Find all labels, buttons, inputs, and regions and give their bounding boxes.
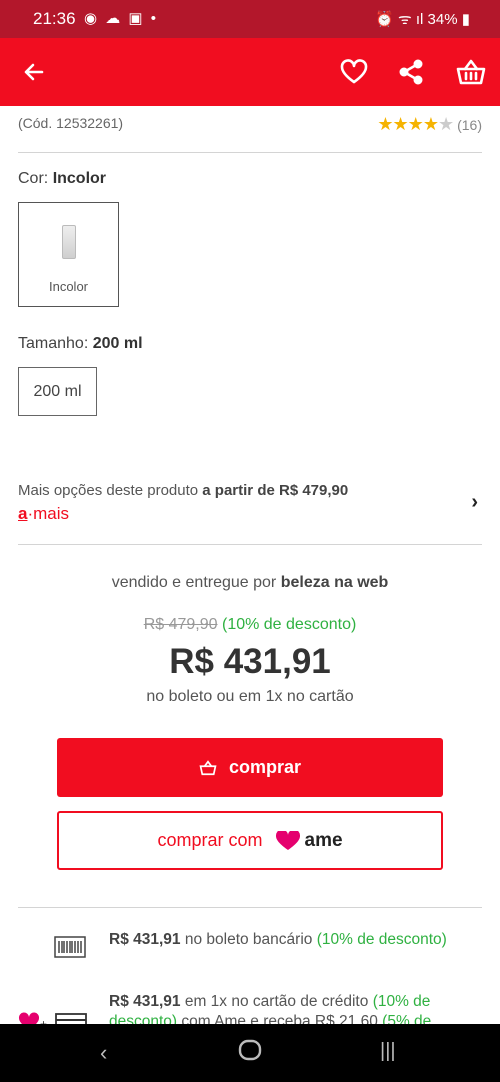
swatch-label: Incolor xyxy=(48,279,89,294)
discount-label: (10% de desconto) xyxy=(221,616,357,633)
heart-icon[interactable] xyxy=(338,56,370,88)
product-code: (Cód. 12532261) xyxy=(18,115,124,131)
color-label: Cor: Incolor xyxy=(18,170,107,187)
buy-button-label: comprar xyxy=(228,757,302,777)
size-option[interactable]: 200 ml xyxy=(18,367,97,416)
divider xyxy=(18,544,482,545)
seller-name[interactable]: beleza na web xyxy=(281,574,389,591)
size-value: 200 ml xyxy=(92,335,143,352)
status-bar: 21:36 ◉ ☁ ▣ • ⏰ ᯤ ıl 34% ▮ xyxy=(0,0,500,38)
color-swatch-incolor[interactable]: Incolor xyxy=(18,202,119,307)
svg-text:+: + xyxy=(40,1017,47,1024)
ame-logo: ame xyxy=(275,830,343,852)
notification-icons: ◉ ☁ ▣ • xyxy=(84,10,159,27)
buy-button[interactable]: comprar xyxy=(57,738,443,797)
color-value: Incolor xyxy=(52,170,107,187)
system-nav-bar: ‹ ||| xyxy=(0,1024,500,1082)
product-rating[interactable]: ★★★★★ (16) xyxy=(377,114,482,135)
old-price-row: R$ 479,90 (10% de desconto) xyxy=(0,616,500,634)
basket-icon[interactable] xyxy=(454,56,488,88)
old-price: R$ 479,90 xyxy=(143,616,218,633)
payment-option-credit: R$ 431,91 em 1x no cartão de crédito (10… xyxy=(109,993,432,1024)
basket-icon xyxy=(199,759,217,775)
nav-home-icon[interactable] xyxy=(238,1038,262,1068)
rating-stars: ★★★★★ xyxy=(377,114,454,134)
chevron-right-icon[interactable]: › xyxy=(471,491,478,514)
ame-heart-icon xyxy=(275,830,300,850)
share-icon[interactable] xyxy=(395,56,427,88)
more-options-text[interactable]: Mais opções deste produto a partir de R$… xyxy=(18,482,348,499)
divider xyxy=(18,907,482,908)
system-icons: ⏰ ᯤ ıl 34% ▮ xyxy=(375,11,470,28)
nav-recents-icon[interactable]: ||| xyxy=(380,1040,396,1063)
review-count: (16) xyxy=(457,116,482,133)
product-thumbnail xyxy=(61,225,76,259)
nav-back-icon[interactable]: ‹ xyxy=(100,1040,107,1066)
app-bar xyxy=(0,38,500,106)
product-page: (Cód. 12532261) ★★★★★ (16) Cor: Incolor … xyxy=(0,106,500,1024)
buy-with-ame-button[interactable]: comprar com ame xyxy=(57,811,443,870)
seller-info: vendido e entregue por beleza na web xyxy=(111,574,389,591)
size-label: Tamanho: 200 ml xyxy=(18,335,143,352)
ame-card-icon: + xyxy=(18,1010,88,1024)
barcode-icon xyxy=(54,936,86,963)
payment-option-boleto: R$ 431,91 no boleto bancário (10% de des… xyxy=(109,931,447,948)
back-arrow-icon[interactable] xyxy=(18,56,50,88)
current-price: R$ 431,91 xyxy=(169,642,331,681)
divider xyxy=(18,152,482,153)
status-time: 21:36 xyxy=(33,9,76,28)
price-condition: no boleto ou em 1x no cartão xyxy=(146,688,354,705)
americanas-mais-logo: a·mais xyxy=(18,504,70,523)
more-options-price: a partir de R$ 479,90 xyxy=(202,482,349,499)
buy-with-label: comprar com xyxy=(157,830,263,850)
battery-level: 34% xyxy=(427,11,458,28)
